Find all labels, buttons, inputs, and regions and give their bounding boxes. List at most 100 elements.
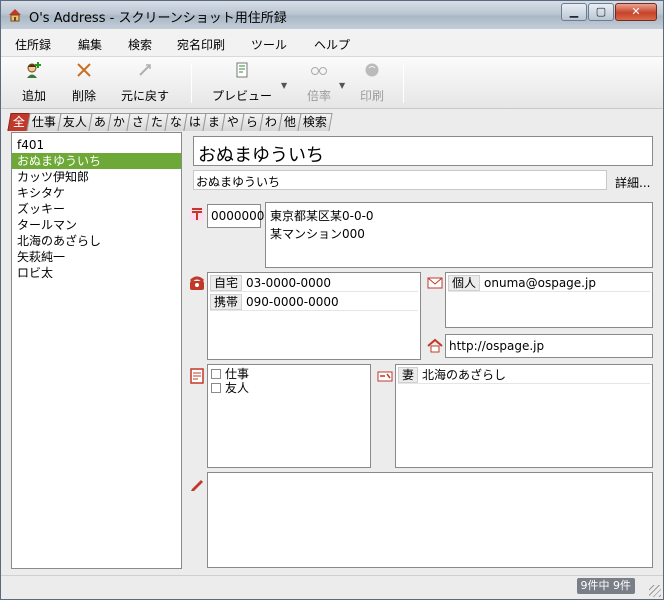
postal-code-field[interactable]: 0000000 bbox=[207, 204, 265, 228]
family-name: 北海のあざらし bbox=[422, 368, 507, 382]
preview-page-icon bbox=[235, 62, 249, 81]
close-button[interactable]: ✕ bbox=[615, 3, 657, 21]
print-icon bbox=[364, 62, 380, 81]
url-field[interactable]: http://ospage.jp bbox=[445, 334, 653, 358]
home-page-icon bbox=[427, 338, 443, 354]
email-icon bbox=[427, 275, 443, 291]
group-checkbox-row[interactable]: 友人 bbox=[211, 381, 249, 395]
preview-dropdown-icon[interactable]: ▼ bbox=[281, 81, 287, 90]
add-label: 追加 bbox=[21, 89, 46, 103]
email-row[interactable]: 個人 onuma@ospage.jp bbox=[448, 274, 650, 292]
menu-bar: 住所録 編集 検索 宛名印刷 ツール ヘルプ bbox=[1, 29, 663, 57]
address-field[interactable]: 東京都某区某0-0-0 某マンション000 bbox=[265, 202, 653, 268]
toolbar-separator bbox=[191, 63, 192, 103]
reading-field[interactable]: おぬまゆういち bbox=[193, 170, 607, 190]
preview-button[interactable]: プレビュー bbox=[207, 61, 277, 105]
phone-row[interactable]: 携帯 090-0000-0000 bbox=[210, 293, 418, 311]
details-button[interactable]: 詳細... bbox=[615, 174, 650, 191]
group-list[interactable]: 仕事 友人 bbox=[207, 364, 371, 468]
address-line2: 某マンション000 bbox=[270, 227, 365, 241]
menu-edit[interactable]: 編集 bbox=[78, 36, 102, 53]
postal-code-value: 0000000 bbox=[211, 209, 265, 223]
minimize-button[interactable]: ▁ bbox=[561, 3, 587, 21]
zoom-dropdown-icon[interactable]: ▼ bbox=[339, 81, 345, 90]
maximize-icon: ▢ bbox=[595, 5, 607, 18]
list-item[interactable]: 北海のあざらし bbox=[12, 233, 181, 249]
menu-help[interactable]: ヘルプ bbox=[314, 36, 350, 53]
status-bar: 9件中 9件 bbox=[1, 575, 663, 599]
delete-button[interactable]: 削除 bbox=[67, 61, 101, 105]
record-count: 9件中 9件 bbox=[576, 578, 635, 594]
print-button[interactable]: 印刷 bbox=[355, 61, 389, 105]
app-window: O's Address - スクリーンショット用住所録 ▁ ▢ ✕ 住所録 編集… bbox=[0, 0, 664, 600]
family-row[interactable]: 妻北海のあざらし bbox=[398, 366, 650, 384]
menu-label-print[interactable]: 宛名印刷 bbox=[177, 36, 225, 53]
list-item[interactable]: ロビ太 bbox=[12, 265, 181, 281]
index-tabs: 全 仕事 友人 あ か さ た な は ま や ら わ 他 検索 bbox=[7, 113, 333, 131]
family-relation-label: 妻 bbox=[398, 367, 419, 383]
address-line1: 東京都某区某0-0-0 bbox=[270, 209, 374, 223]
group-checkbox[interactable] bbox=[211, 369, 221, 379]
window-title: O's Address - スクリーンショット用住所録 bbox=[29, 11, 287, 26]
tab-friends[interactable]: 友人 bbox=[57, 113, 93, 131]
email-address: onuma@ospage.jp bbox=[484, 276, 596, 290]
group-checkbox[interactable] bbox=[211, 383, 221, 393]
maximize-button[interactable]: ▢ bbox=[588, 3, 614, 21]
group-checkbox-row[interactable]: 仕事 bbox=[211, 367, 249, 381]
list-item[interactable]: キシタケ bbox=[12, 185, 181, 201]
email-type-label: 個人 bbox=[448, 275, 481, 291]
glasses-icon bbox=[310, 64, 328, 79]
family-list[interactable]: 妻北海のあざらし bbox=[395, 364, 653, 468]
group-label: 仕事 bbox=[225, 367, 250, 381]
menu-search[interactable]: 検索 bbox=[128, 36, 152, 53]
group-label: 友人 bbox=[225, 381, 250, 395]
family-icon bbox=[377, 368, 393, 384]
list-item-selected[interactable]: おぬまゆういち bbox=[12, 153, 181, 169]
zoom-button[interactable]: 倍率 bbox=[301, 61, 337, 105]
phone-list[interactable]: 自宅 03-0000-0000 携帯 090-0000-0000 bbox=[207, 272, 421, 360]
resize-grip-icon[interactable] bbox=[649, 585, 661, 597]
toolbar: 追加 削除 元に戻す プレビュー ▼ 倍率 ▼ 印刷 bbox=[1, 57, 663, 109]
detail-panel: おぬまゆういち おぬまゆういち 詳細... 0000000 東京都某区某0-0-… bbox=[187, 132, 657, 569]
url-value: http://ospage.jp bbox=[449, 339, 545, 353]
phone-number: 090-0000-0000 bbox=[246, 295, 339, 309]
add-button[interactable]: 追加 bbox=[15, 61, 53, 105]
phone-row[interactable]: 自宅 03-0000-0000 bbox=[210, 274, 418, 292]
tab-search[interactable]: 検索 bbox=[297, 113, 333, 131]
minimize-icon: ▁ bbox=[569, 5, 579, 18]
memo-field[interactable] bbox=[207, 472, 653, 568]
delete-label: 削除 bbox=[71, 89, 96, 103]
house-icon bbox=[7, 7, 23, 23]
postal-mark-icon bbox=[189, 206, 205, 222]
list-item[interactable]: ズッキー bbox=[12, 201, 181, 217]
list-item[interactable]: f401 bbox=[12, 137, 181, 153]
undo-label: 元に戻す bbox=[120, 89, 169, 103]
undo-button[interactable]: 元に戻す bbox=[117, 61, 173, 105]
undo-icon bbox=[137, 62, 153, 81]
menu-tools[interactable]: ツール bbox=[251, 36, 287, 53]
phone-type-label: 携帯 bbox=[210, 294, 243, 310]
title-bar[interactable]: O's Address - スクリーンショット用住所録 ▁ ▢ ✕ bbox=[1, 1, 663, 29]
tab-work[interactable]: 仕事 bbox=[26, 113, 62, 131]
add-person-icon bbox=[25, 61, 43, 82]
print-label: 印刷 bbox=[359, 89, 384, 103]
phone-icon bbox=[189, 275, 205, 291]
name-value: おぬまゆういち bbox=[198, 145, 324, 166]
name-field[interactable]: おぬまゆういち bbox=[193, 136, 653, 166]
list-item[interactable]: 矢萩純一 bbox=[12, 249, 181, 265]
contact-list[interactable]: f401 おぬまゆういち カッツ伊知郎 キシタケ ズッキー タールマン 北海のあ… bbox=[11, 132, 182, 569]
close-icon: ✕ bbox=[631, 5, 641, 18]
phone-number: 03-0000-0000 bbox=[246, 276, 332, 290]
delete-x-icon bbox=[76, 62, 92, 81]
email-list[interactable]: 個人 onuma@ospage.jp bbox=[445, 272, 653, 328]
toolbar-separator bbox=[403, 63, 404, 103]
group-icon bbox=[189, 368, 205, 384]
reading-value: おぬまゆういち bbox=[196, 175, 281, 189]
list-item[interactable]: タールマン bbox=[12, 217, 181, 233]
list-item[interactable]: カッツ伊知郎 bbox=[12, 169, 181, 185]
menu-address-book[interactable]: 住所録 bbox=[15, 36, 51, 53]
phone-type-label: 自宅 bbox=[210, 275, 243, 291]
preview-label: プレビュー bbox=[211, 89, 272, 103]
pencil-icon bbox=[189, 476, 205, 492]
zoom-label: 倍率 bbox=[306, 89, 331, 103]
